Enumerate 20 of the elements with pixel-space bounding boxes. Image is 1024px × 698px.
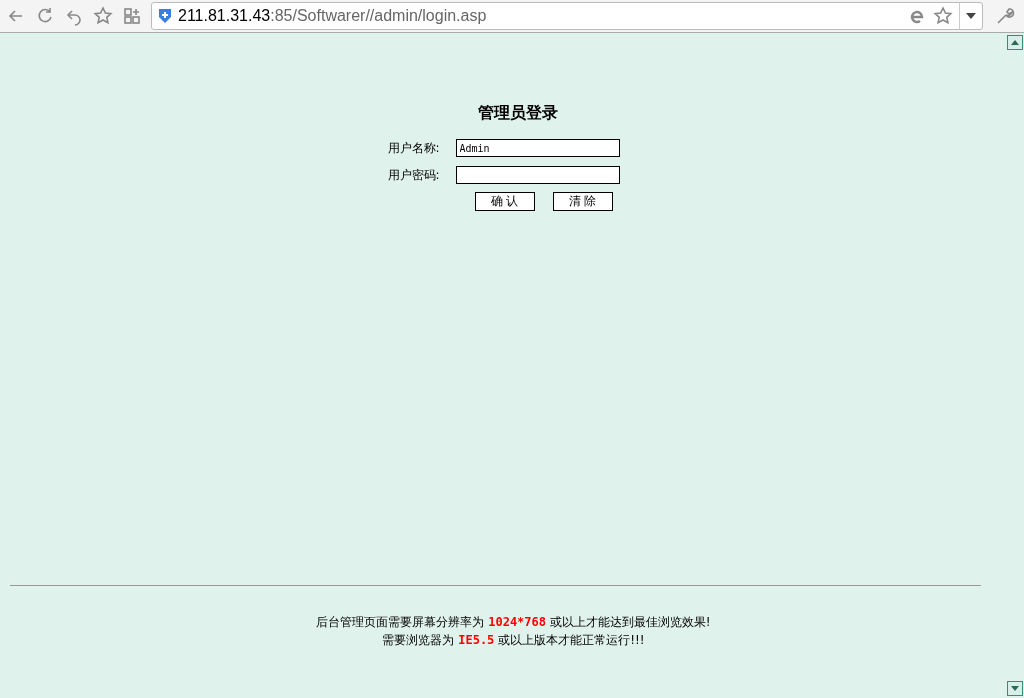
shield-icon	[158, 8, 172, 24]
notice-text: 需要浏览器为 IE5.5 或以上版本才能正常运行!!!	[381, 632, 646, 649]
address-bar[interactable]: 211.81.31.43:85/Softwarer//admin/login.asp	[151, 2, 983, 30]
password-field[interactable]	[455, 166, 620, 184]
confirm-button[interactable]: 确 认	[474, 192, 535, 211]
username-field[interactable]: Admin	[455, 139, 620, 157]
clear-button[interactable]: 清 除	[552, 192, 613, 211]
scroll-up-button[interactable]	[1007, 35, 1023, 50]
down-arrow-icon	[1011, 686, 1019, 691]
scroll-down-button[interactable]	[1007, 681, 1023, 696]
url-text: 211.81.31.43:85/Softwarer//admin/login.asp	[178, 7, 487, 25]
notice-text: 后台管理页面需要屏幕分辨率为 1024*768 或以上才能达到最佳浏览效果!	[316, 614, 711, 631]
field-label: 用户名称:	[387, 139, 441, 157]
up-arrow-icon	[1011, 40, 1019, 45]
field-label: 用户密码:	[387, 166, 441, 184]
bookmark-star-icon[interactable]	[933, 6, 953, 26]
grid-icon[interactable]	[122, 6, 142, 26]
caret-icon	[966, 13, 976, 19]
login-title: 管理员登录	[477, 103, 558, 124]
star-icon[interactable]	[93, 6, 113, 26]
